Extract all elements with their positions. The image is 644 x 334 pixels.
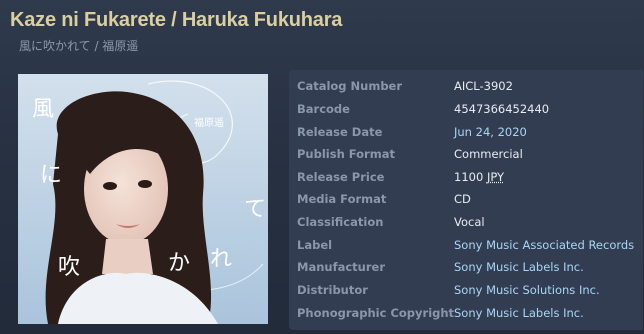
detail-row-publish-format: Publish Format Commercial bbox=[289, 143, 643, 165]
detail-row-distributor: Distributor Sony Music Solutions Inc. bbox=[289, 279, 643, 301]
detail-row-label: Label Sony Music Associated Records bbox=[289, 234, 643, 256]
distributor-label: Distributor bbox=[297, 283, 368, 297]
album-cover-image[interactable]: 風 に 吹 か れ て 福原遥 bbox=[18, 74, 268, 324]
detail-row-manufacturer: Manufacturer Sony Music Labels Inc. bbox=[289, 256, 643, 278]
detail-row-release-price: Release Price 1100 JPY bbox=[289, 166, 643, 188]
label-label: Label bbox=[297, 238, 333, 252]
detail-row-phonographic-copyright: Phonographic Copyright Sony Music Labels… bbox=[289, 302, 643, 324]
manufacturer-label: Manufacturer bbox=[297, 260, 385, 274]
manufacturer-link[interactable]: Sony Music Labels Inc. bbox=[454, 256, 584, 278]
distributor-link[interactable]: Sony Music Solutions Inc. bbox=[454, 279, 600, 301]
album-cover-artwork: 風 に 吹 か れ て 福原遥 bbox=[18, 74, 268, 324]
cover-text-char-2: に bbox=[40, 163, 62, 188]
cover-text-char-4: か bbox=[168, 251, 190, 276]
cover-artist-mark: 福原遥 bbox=[194, 116, 224, 129]
cover-text-char-3: 吹 bbox=[58, 255, 80, 280]
catalog-number-label: Catalog Number bbox=[297, 79, 403, 93]
detail-row-catalog-number: Catalog Number AICL-3902 bbox=[289, 75, 643, 97]
media-format-value: CD bbox=[454, 192, 471, 206]
release-price-amount: 1100 bbox=[454, 170, 484, 184]
cover-text-char-5: れ bbox=[210, 247, 232, 272]
barcode-value: 4547366452440 bbox=[454, 102, 550, 116]
phonographic-copyright-label: Phonographic Copyright bbox=[297, 306, 455, 320]
barcode-label: Barcode bbox=[297, 102, 350, 116]
cover-text-char-6: て bbox=[244, 197, 266, 222]
release-price-label: Release Price bbox=[297, 170, 385, 184]
publish-format-label: Publish Format bbox=[297, 147, 395, 161]
release-price-value: 1100 JPY bbox=[454, 166, 504, 188]
cover-text-char-1: 風 bbox=[32, 97, 54, 122]
detail-row-barcode: Barcode 4547366452440 bbox=[289, 98, 643, 120]
classification-value: Vocal bbox=[454, 215, 485, 229]
media-format-label: Media Format bbox=[297, 192, 387, 206]
classification-label: Classification bbox=[297, 215, 384, 229]
label-link[interactable]: Sony Music Associated Records bbox=[454, 234, 634, 256]
detail-row-classification: Classification Vocal bbox=[289, 211, 643, 233]
release-date-label: Release Date bbox=[297, 125, 383, 139]
detail-row-release-date: Release Date Jun 24, 2020 bbox=[289, 121, 643, 143]
catalog-number-value: AICL-3902 bbox=[454, 79, 513, 93]
release-price-currency[interactable]: JPY bbox=[487, 170, 504, 184]
release-date-link[interactable]: Jun 24, 2020 bbox=[454, 121, 527, 143]
release-details-panel: Catalog Number AICL-3902 Barcode 4547366… bbox=[289, 70, 643, 330]
publish-format-value: Commercial bbox=[454, 147, 523, 161]
album-title: Kaze ni Fukarete / Haruka Fukuhara bbox=[10, 9, 343, 31]
detail-row-media-format: Media Format CD bbox=[289, 188, 643, 210]
phonographic-copyright-link[interactable]: Sony Music Labels Inc. bbox=[454, 302, 584, 324]
album-subtitle-japanese: 風に吹かれて / 福原遥 bbox=[19, 39, 139, 53]
